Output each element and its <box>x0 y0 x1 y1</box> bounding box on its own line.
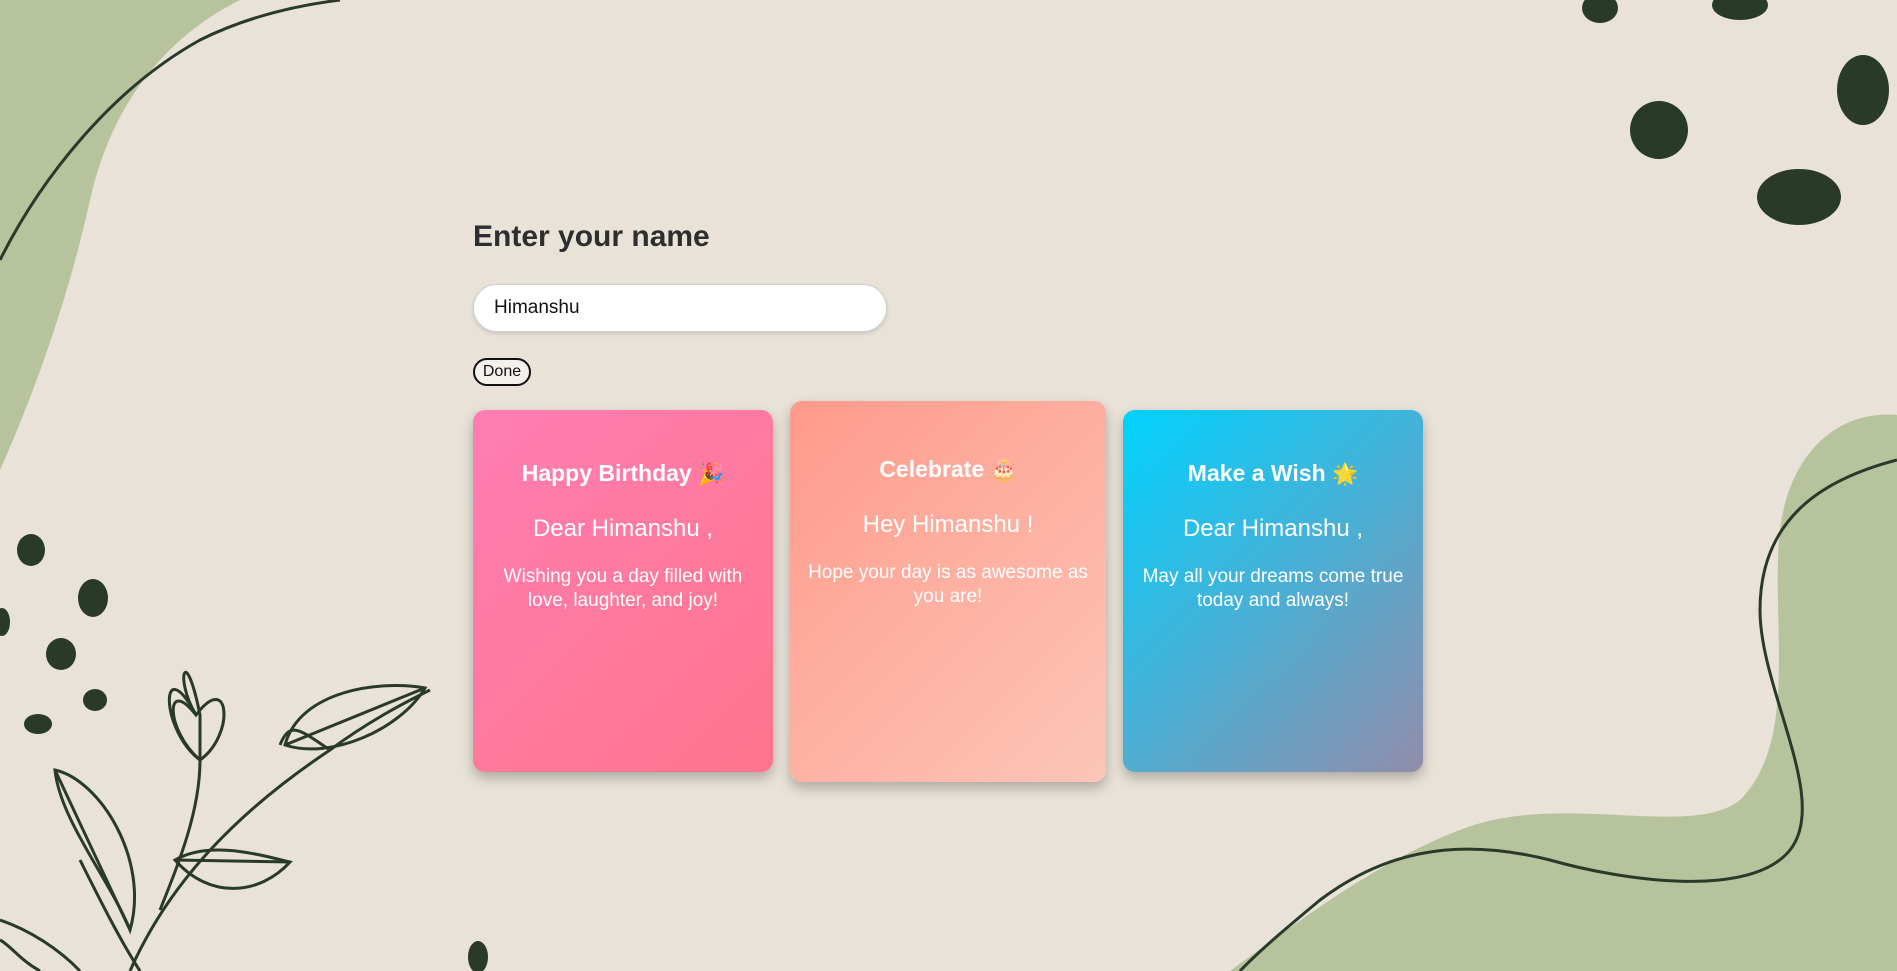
spot <box>83 689 107 711</box>
birthday-card-make-a-wish: Make a Wish 🌟 Dear Himanshu , May all yo… <box>1123 410 1423 772</box>
sage-blob-top-left <box>0 0 240 470</box>
spot <box>46 638 76 670</box>
card-message: May all your dreams come true today and … <box>1142 566 1404 611</box>
card-title-text: Make a Wish <box>1187 460 1326 486</box>
card-title-text: Happy Birthday <box>521 460 692 486</box>
card-message: Hope your day is as awesome as you are! <box>808 562 1088 607</box>
leaf-branch-illustration <box>0 671 431 971</box>
spot <box>468 941 488 971</box>
party-popper-icon: 🎉 <box>698 463 725 486</box>
card-title-text: Celebrate <box>879 456 985 482</box>
card-greeting: Dear Himanshu , <box>1182 515 1364 542</box>
birthday-card-celebrate: Celebrate 🎂 Hey Himanshu ! Hope your day… <box>790 401 1106 782</box>
card-title: Happy Birthday 🎉 <box>491 460 755 487</box>
spot <box>0 608 10 636</box>
star-icon: 🌟 <box>1332 463 1359 486</box>
card-title: Celebrate 🎂 <box>808 456 1088 483</box>
done-button[interactable]: Done <box>473 358 531 386</box>
card-message: Wishing you a day filled with love, laug… <box>503 566 743 611</box>
spot <box>1837 55 1889 125</box>
card-greeting: Dear Himanshu , <box>532 515 714 542</box>
card-greeting: Hey Himanshu ! <box>862 511 1034 538</box>
spot <box>1712 0 1768 20</box>
card-title: Make a Wish 🌟 <box>1141 460 1405 487</box>
spot <box>17 534 45 566</box>
page-title: Enter your name <box>473 220 710 253</box>
cake-icon: 🎂 <box>990 459 1017 482</box>
spot <box>78 579 108 617</box>
spot <box>1582 0 1618 23</box>
name-input[interactable] <box>473 284 887 332</box>
spot <box>24 714 52 734</box>
spot <box>1630 101 1688 159</box>
birthday-card-happy-birthday: Happy Birthday 🎉 Dear Himanshu , Wishing… <box>473 410 773 772</box>
spot <box>1757 169 1841 225</box>
